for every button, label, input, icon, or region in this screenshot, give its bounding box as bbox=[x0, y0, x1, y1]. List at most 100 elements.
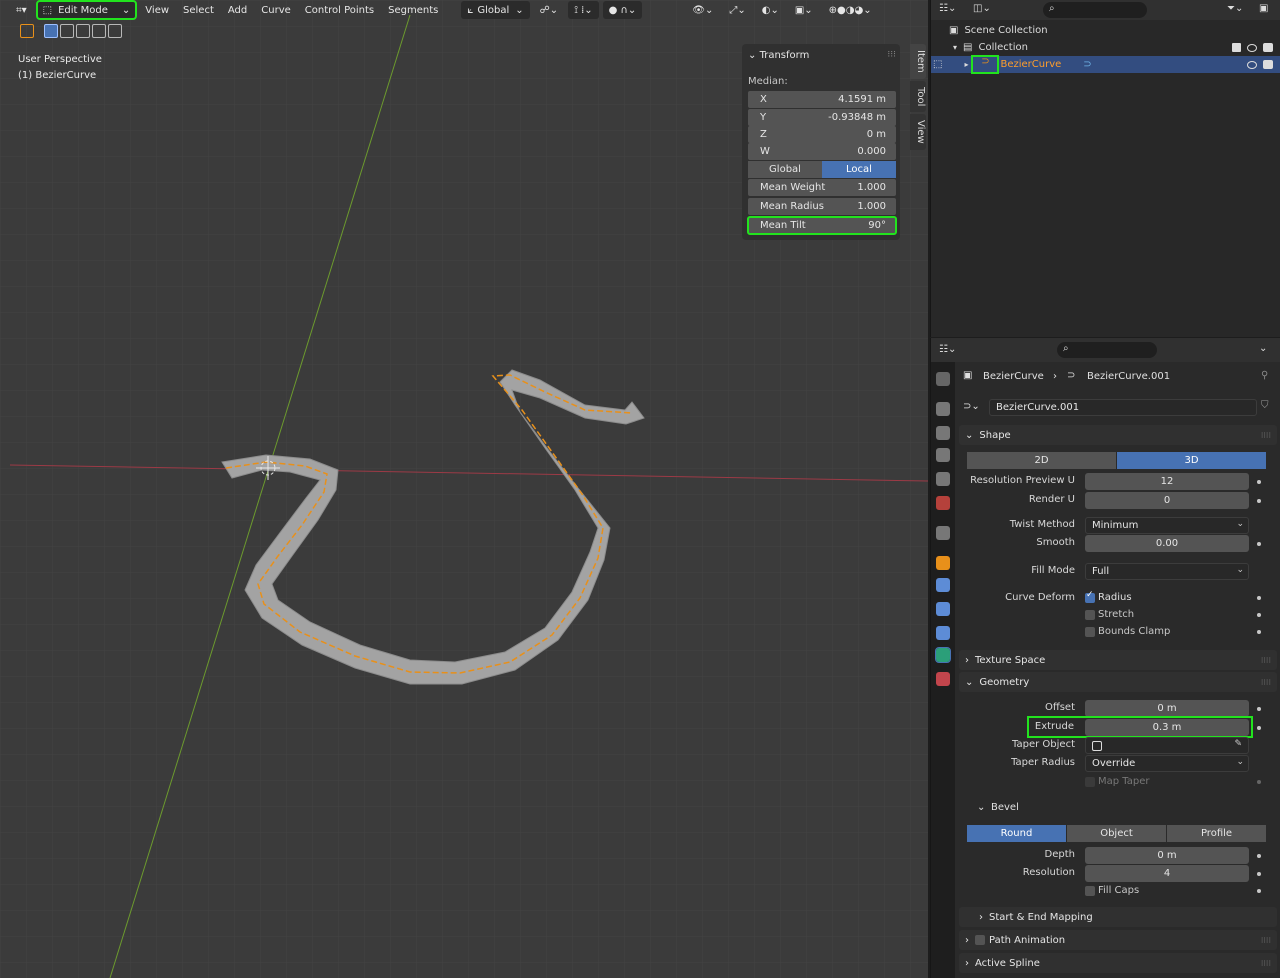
tool-tab-icon[interactable] bbox=[936, 372, 950, 386]
pin-icon[interactable]: ⚲ bbox=[1261, 370, 1268, 381]
keyframe-dot-icon[interactable] bbox=[1257, 542, 1261, 546]
path-animation-checkbox[interactable] bbox=[975, 935, 985, 945]
new-collection-icon[interactable]: ▣ bbox=[1259, 3, 1268, 14]
keyframe-dot-icon[interactable] bbox=[1257, 630, 1261, 634]
shading-icons[interactable]: ⊕●◑◕⌄ bbox=[823, 1, 878, 19]
select-difference-icon[interactable] bbox=[92, 24, 106, 38]
outliner-row-collection[interactable]: ▾ ▤ Collection bbox=[931, 39, 1280, 56]
drag-handle-icon[interactable]: ⁝⁝⁝⁝ bbox=[1261, 678, 1271, 687]
depth-field[interactable]: 0 m bbox=[1085, 847, 1249, 864]
menu-segments[interactable]: Segments bbox=[383, 5, 443, 16]
xray-icon[interactable]: ▣⌄ bbox=[789, 1, 819, 19]
menu-curve[interactable]: Curve bbox=[256, 5, 296, 16]
keyframe-dot-icon[interactable] bbox=[1257, 889, 1261, 893]
twist-method-dropdown[interactable]: Minimum ⌄ bbox=[1085, 517, 1249, 534]
resolution-preview-u-field[interactable]: 12 bbox=[1085, 473, 1249, 490]
keyframe-dot-icon[interactable] bbox=[1257, 707, 1261, 711]
median-y-field[interactable]: Y -0.93848 m bbox=[748, 109, 896, 126]
drag-handle-icon[interactable]: ⁝⁝⁝⁝ bbox=[1261, 431, 1271, 440]
geometry-panel-header[interactable]: ⌄ Geometry ⁝⁝⁝⁝ bbox=[959, 672, 1277, 692]
object-button[interactable]: Object bbox=[1067, 825, 1166, 842]
start-end-mapping-header[interactable]: › Start & End Mapping bbox=[959, 907, 1277, 927]
local-toggle-button[interactable]: Local bbox=[822, 161, 896, 178]
transform-panel-header[interactable]: ⌄ Transform bbox=[748, 50, 809, 61]
edit-mode-toggle-icon[interactable]: ⬚ bbox=[933, 59, 942, 70]
fill-mode-dropdown[interactable]: Full ⌄ bbox=[1085, 563, 1249, 580]
keyframe-dot-icon[interactable] bbox=[1257, 480, 1261, 484]
scene-tab-icon[interactable] bbox=[936, 472, 950, 486]
eye-icon[interactable] bbox=[1247, 60, 1257, 69]
resolution-field[interactable]: 4 bbox=[1085, 865, 1249, 882]
editor-type-button[interactable]: ⌗▾ bbox=[10, 1, 33, 19]
map-taper-checkbox[interactable] bbox=[1085, 777, 1095, 787]
shape-panel-header[interactable]: ⌄ Shape ⁝⁝⁝⁝ bbox=[959, 425, 1277, 445]
drag-handle-icon[interactable]: ⁝⁝⁝⁝ bbox=[1261, 959, 1271, 968]
curve-object-icon[interactable]: ⊃ bbox=[971, 55, 1000, 74]
path-animation-panel-header[interactable]: › Path Animation ⁝⁝⁝⁝ bbox=[959, 930, 1277, 950]
proportional-edit-icon[interactable]: ● ∩⌄ bbox=[602, 1, 643, 19]
2d-button[interactable]: 2D bbox=[967, 452, 1116, 469]
drag-handle-icon[interactable]: ⁝⁝⁝ bbox=[887, 50, 896, 60]
expand-icon[interactable]: ▸ bbox=[964, 60, 968, 69]
median-w-field[interactable]: W 0.000 bbox=[748, 143, 896, 160]
visibility-icon[interactable]: 👁⌄ bbox=[686, 1, 719, 19]
constraints-tab-icon[interactable] bbox=[936, 626, 950, 640]
menu-control-points[interactable]: Control Points bbox=[300, 5, 379, 16]
curve-data-icon[interactable]: ⊃ bbox=[1083, 59, 1091, 70]
properties-search-input[interactable]: ⌕ bbox=[1057, 342, 1157, 358]
output-tab-icon[interactable] bbox=[936, 426, 950, 440]
fill-caps-checkbox[interactable] bbox=[1085, 886, 1095, 896]
gizmo-icon[interactable]: ⤢⌄ bbox=[723, 1, 751, 19]
world-tab-icon[interactable] bbox=[936, 496, 950, 510]
median-x-field[interactable]: X 4.1591 m bbox=[748, 91, 896, 108]
mean-radius-field[interactable]: Mean Radius 1.000 bbox=[748, 198, 896, 215]
expand-icon[interactable]: ▾ bbox=[953, 43, 957, 52]
curve-data-icon[interactable]: ⊃⌄ bbox=[963, 401, 980, 412]
view-layer-tab-icon[interactable] bbox=[936, 448, 950, 462]
menu-select[interactable]: Select bbox=[178, 5, 219, 16]
profile-button[interactable]: Profile bbox=[1167, 825, 1266, 842]
render-tab-icon[interactable] bbox=[936, 402, 950, 416]
modifier-tab-icon[interactable] bbox=[936, 578, 950, 592]
keyframe-dot-icon[interactable] bbox=[1257, 596, 1261, 600]
keyframe-dot-icon[interactable] bbox=[1257, 872, 1261, 876]
keyframe-dot-icon[interactable] bbox=[1257, 499, 1261, 503]
chevron-down-icon[interactable]: ⌄ bbox=[1259, 343, 1267, 354]
collection-tab-icon[interactable] bbox=[936, 526, 950, 540]
tab-view[interactable]: View bbox=[910, 114, 926, 150]
keyframe-dot-icon[interactable] bbox=[1257, 613, 1261, 617]
bounds-clamp-checkbox[interactable] bbox=[1085, 627, 1095, 637]
mean-tilt-field[interactable]: Mean Tilt 90° bbox=[747, 216, 897, 235]
exclude-checkbox[interactable] bbox=[1232, 43, 1241, 52]
object-tab-icon[interactable] bbox=[936, 556, 950, 570]
tab-tool[interactable]: Tool bbox=[910, 80, 926, 113]
select-extend-icon[interactable] bbox=[60, 24, 74, 38]
mean-weight-field[interactable]: Mean Weight 1.000 bbox=[748, 179, 896, 196]
keyframe-dot-icon[interactable] bbox=[1257, 726, 1261, 730]
median-z-field[interactable]: Z 0 m bbox=[748, 126, 896, 143]
material-tab-icon[interactable] bbox=[936, 672, 950, 686]
cursor-tool-icon[interactable] bbox=[20, 24, 34, 38]
3d-viewport[interactable]: ⌗▾ ⬚ Edit Mode ⌄ View Select Add Curve C… bbox=[0, 0, 928, 978]
smooth-field[interactable]: 0.00 bbox=[1085, 535, 1249, 552]
mode-selector[interactable]: ⬚ Edit Mode ⌄ bbox=[35, 0, 138, 20]
properties-editor-icon[interactable]: ☷⌄ bbox=[939, 344, 956, 355]
menu-add[interactable]: Add bbox=[223, 5, 252, 16]
orientation-dropdown[interactable]: ⟀ Global ⌄ bbox=[461, 1, 530, 19]
outliner-editor-icon[interactable]: ☷⌄ bbox=[939, 3, 956, 14]
taper-object-field[interactable]: ✎ bbox=[1085, 737, 1249, 754]
menu-view[interactable]: View bbox=[140, 5, 174, 16]
active-spline-panel-header[interactable]: › Active Spline ⁝⁝⁝⁝ bbox=[959, 953, 1277, 973]
texture-space-panel-header[interactable]: › Texture Space ⁝⁝⁝⁝ bbox=[959, 650, 1277, 670]
select-intersect-icon[interactable] bbox=[108, 24, 122, 38]
select-subtract-icon[interactable] bbox=[76, 24, 90, 38]
offset-field[interactable]: 0 m bbox=[1085, 700, 1249, 717]
render-camera-icon[interactable] bbox=[1263, 43, 1273, 52]
keyframe-dot-icon[interactable] bbox=[1257, 780, 1261, 784]
keyframe-dot-icon[interactable] bbox=[1257, 854, 1261, 858]
outliner-row-scene-collection[interactable]: ▣ Scene Collection bbox=[931, 22, 1280, 39]
3d-button[interactable]: 3D bbox=[1117, 452, 1266, 469]
extrude-field[interactable]: 0.3 m bbox=[1085, 719, 1249, 736]
select-new-icon[interactable] bbox=[44, 24, 58, 38]
datablock-name-field[interactable]: BezierCurve.001 bbox=[989, 399, 1257, 416]
